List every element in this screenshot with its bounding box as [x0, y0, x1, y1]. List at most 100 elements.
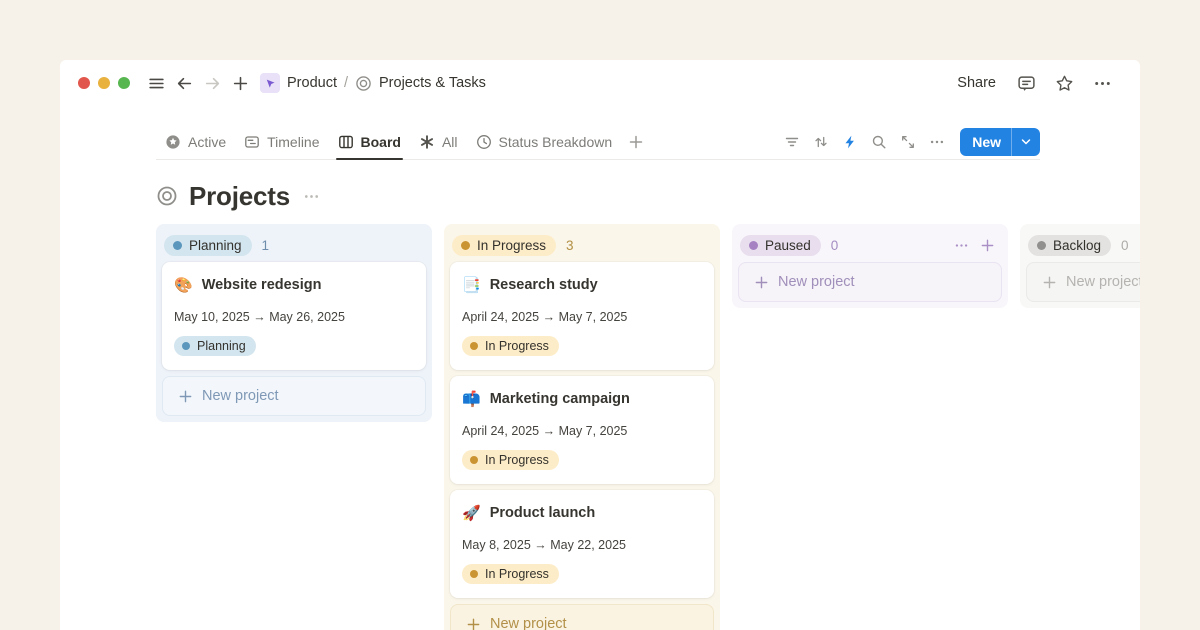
- project-title: Website redesign: [202, 277, 322, 293]
- board-view-icon: [338, 134, 354, 150]
- favorite-star-icon[interactable]: [1050, 69, 1078, 97]
- page-header: Projects: [156, 178, 1140, 214]
- titlebar-actions: Share: [951, 69, 1116, 97]
- column-status-pill[interactable]: In Progress: [452, 235, 556, 256]
- breadcrumb-separator: /: [344, 75, 348, 91]
- project-card[interactable]: 📫 Marketing campaign April 24, 2025 → May …: [450, 376, 714, 484]
- new-project-label: New project: [778, 274, 855, 290]
- status-dot-icon: [173, 241, 182, 250]
- page-more-icon[interactable]: [303, 188, 320, 205]
- breadcrumb-page[interactable]: Projects & Tasks: [379, 75, 486, 91]
- comments-icon[interactable]: [1012, 69, 1040, 97]
- new-button[interactable]: New: [960, 128, 1040, 156]
- view-toolbar: Active Timeline Board All Status Breakdown N…: [156, 124, 1040, 160]
- search-icon[interactable]: [865, 128, 892, 155]
- new-project-button[interactable]: New project: [738, 262, 1002, 302]
- project-dates: April 24, 2025 → May 7, 2025: [462, 424, 702, 438]
- project-dates: May 10, 2025 → May 26, 2025: [174, 310, 414, 324]
- toolbar-actions: [778, 128, 950, 155]
- minimize-window-button[interactable]: [98, 77, 110, 89]
- tab-label: Status Breakdown: [499, 134, 613, 150]
- more-icon[interactable]: [923, 128, 950, 155]
- share-button[interactable]: Share: [951, 75, 1002, 91]
- maximize-window-button[interactable]: [118, 77, 130, 89]
- status-breakdown-view-icon: [476, 134, 492, 150]
- active-view-icon: [165, 134, 181, 150]
- tab-status-breakdown[interactable]: Status Breakdown: [467, 124, 622, 159]
- tab-timeline[interactable]: Timeline: [235, 124, 328, 159]
- more-options-icon[interactable]: [1088, 69, 1116, 97]
- automations-icon[interactable]: [836, 128, 863, 155]
- page-title: Projects: [189, 181, 290, 212]
- plus-icon: [178, 389, 193, 404]
- board-column-planning: Planning 1 🎨Website redesignMay 10, 2025 →…: [156, 224, 432, 422]
- tab-active[interactable]: Active: [156, 124, 235, 159]
- workspace-logo-icon[interactable]: [260, 73, 280, 93]
- project-emoji-icon: 📫: [462, 392, 481, 407]
- forward-icon[interactable]: [198, 69, 226, 97]
- project-dates: May 8, 2025 → May 22, 2025: [462, 538, 702, 552]
- tab-label: Active: [188, 134, 226, 150]
- sort-icon[interactable]: [807, 128, 834, 155]
- column-more-icon[interactable]: [950, 234, 972, 256]
- column-status-pill[interactable]: Backlog: [1028, 235, 1111, 256]
- breadcrumb-workspace[interactable]: Product: [287, 75, 337, 91]
- column-add-icon[interactable]: [976, 234, 998, 256]
- plus-icon: [754, 275, 769, 290]
- project-dates: April 24, 2025 → May 7, 2025: [462, 310, 702, 324]
- filter-icon[interactable]: [778, 128, 805, 155]
- new-button-label[interactable]: New: [960, 134, 1011, 150]
- column-name: In Progress: [477, 238, 546, 253]
- project-card[interactable]: 📑Research studyApril 24, 2025 → May 7, 2…: [450, 262, 714, 370]
- column-header: In Progress3: [450, 230, 714, 260]
- page-target-icon: [355, 75, 372, 92]
- new-project-label: New project: [490, 616, 567, 630]
- tab-board[interactable]: Board: [329, 124, 410, 159]
- board-column-in-progress: In Progress3📑Research studyApril 24, 202…: [444, 224, 720, 630]
- tab-label: All: [442, 134, 458, 150]
- column-count: 1: [262, 238, 270, 253]
- project-status-badge: In Progress: [462, 564, 559, 584]
- page-icon-target[interactable]: [156, 185, 178, 207]
- status-dot-icon: [470, 456, 478, 464]
- add-view-icon[interactable]: [623, 129, 649, 155]
- new-project-button[interactable]: New project: [450, 604, 714, 630]
- new-tab-icon[interactable]: [226, 69, 254, 97]
- project-card[interactable]: 🚀 Product launch May 8, 2025 → May 22, 202…: [450, 490, 714, 598]
- status-dot-icon: [749, 241, 758, 250]
- project-title: Marketing campaign: [490, 391, 630, 407]
- new-project-button[interactable]: New project: [162, 376, 426, 416]
- tab-label: Timeline: [267, 134, 319, 150]
- column-header: Paused 0: [738, 230, 1002, 260]
- plus-icon: [1042, 275, 1057, 290]
- project-title: Product launch: [490, 505, 596, 521]
- column-header: Backlog0: [1026, 230, 1140, 260]
- new-dropdown-chevron-icon[interactable]: [1012, 138, 1040, 146]
- expand-icon[interactable]: [894, 128, 921, 155]
- column-name: Paused: [765, 238, 811, 253]
- project-emoji-icon: 📑: [462, 278, 481, 293]
- project-emoji-icon: 🚀: [462, 506, 481, 521]
- kanban-board: Planning 1 🎨Website redesignMay 10, 2025 →…: [156, 224, 1140, 630]
- status-dot-icon: [182, 342, 190, 350]
- tab-label: Board: [361, 134, 401, 150]
- tab-all[interactable]: All: [410, 124, 467, 159]
- new-project-button[interactable]: New project: [1026, 262, 1140, 302]
- status-dot-icon: [470, 570, 478, 578]
- column-status-pill[interactable]: Paused: [740, 235, 821, 256]
- status-dot-icon: [1037, 241, 1046, 250]
- project-status-badge: In Progress: [462, 336, 559, 356]
- status-dot-icon: [461, 241, 470, 250]
- back-icon[interactable]: [170, 69, 198, 97]
- column-header: Planning 1: [162, 230, 426, 260]
- new-project-label: New project: [1066, 274, 1140, 290]
- close-window-button[interactable]: [78, 77, 90, 89]
- status-dot-icon: [470, 342, 478, 350]
- column-count: 0: [831, 238, 839, 253]
- project-card[interactable]: 🎨Website redesignMay 10, 2025 → May 26, …: [162, 262, 426, 370]
- app-window: Product / Projects & Tasks Share Active T…: [60, 60, 1140, 630]
- column-status-pill[interactable]: Planning: [164, 235, 252, 256]
- plus-icon: [466, 617, 481, 630]
- window-controls: [78, 77, 130, 89]
- hamburger-icon[interactable]: [142, 69, 170, 97]
